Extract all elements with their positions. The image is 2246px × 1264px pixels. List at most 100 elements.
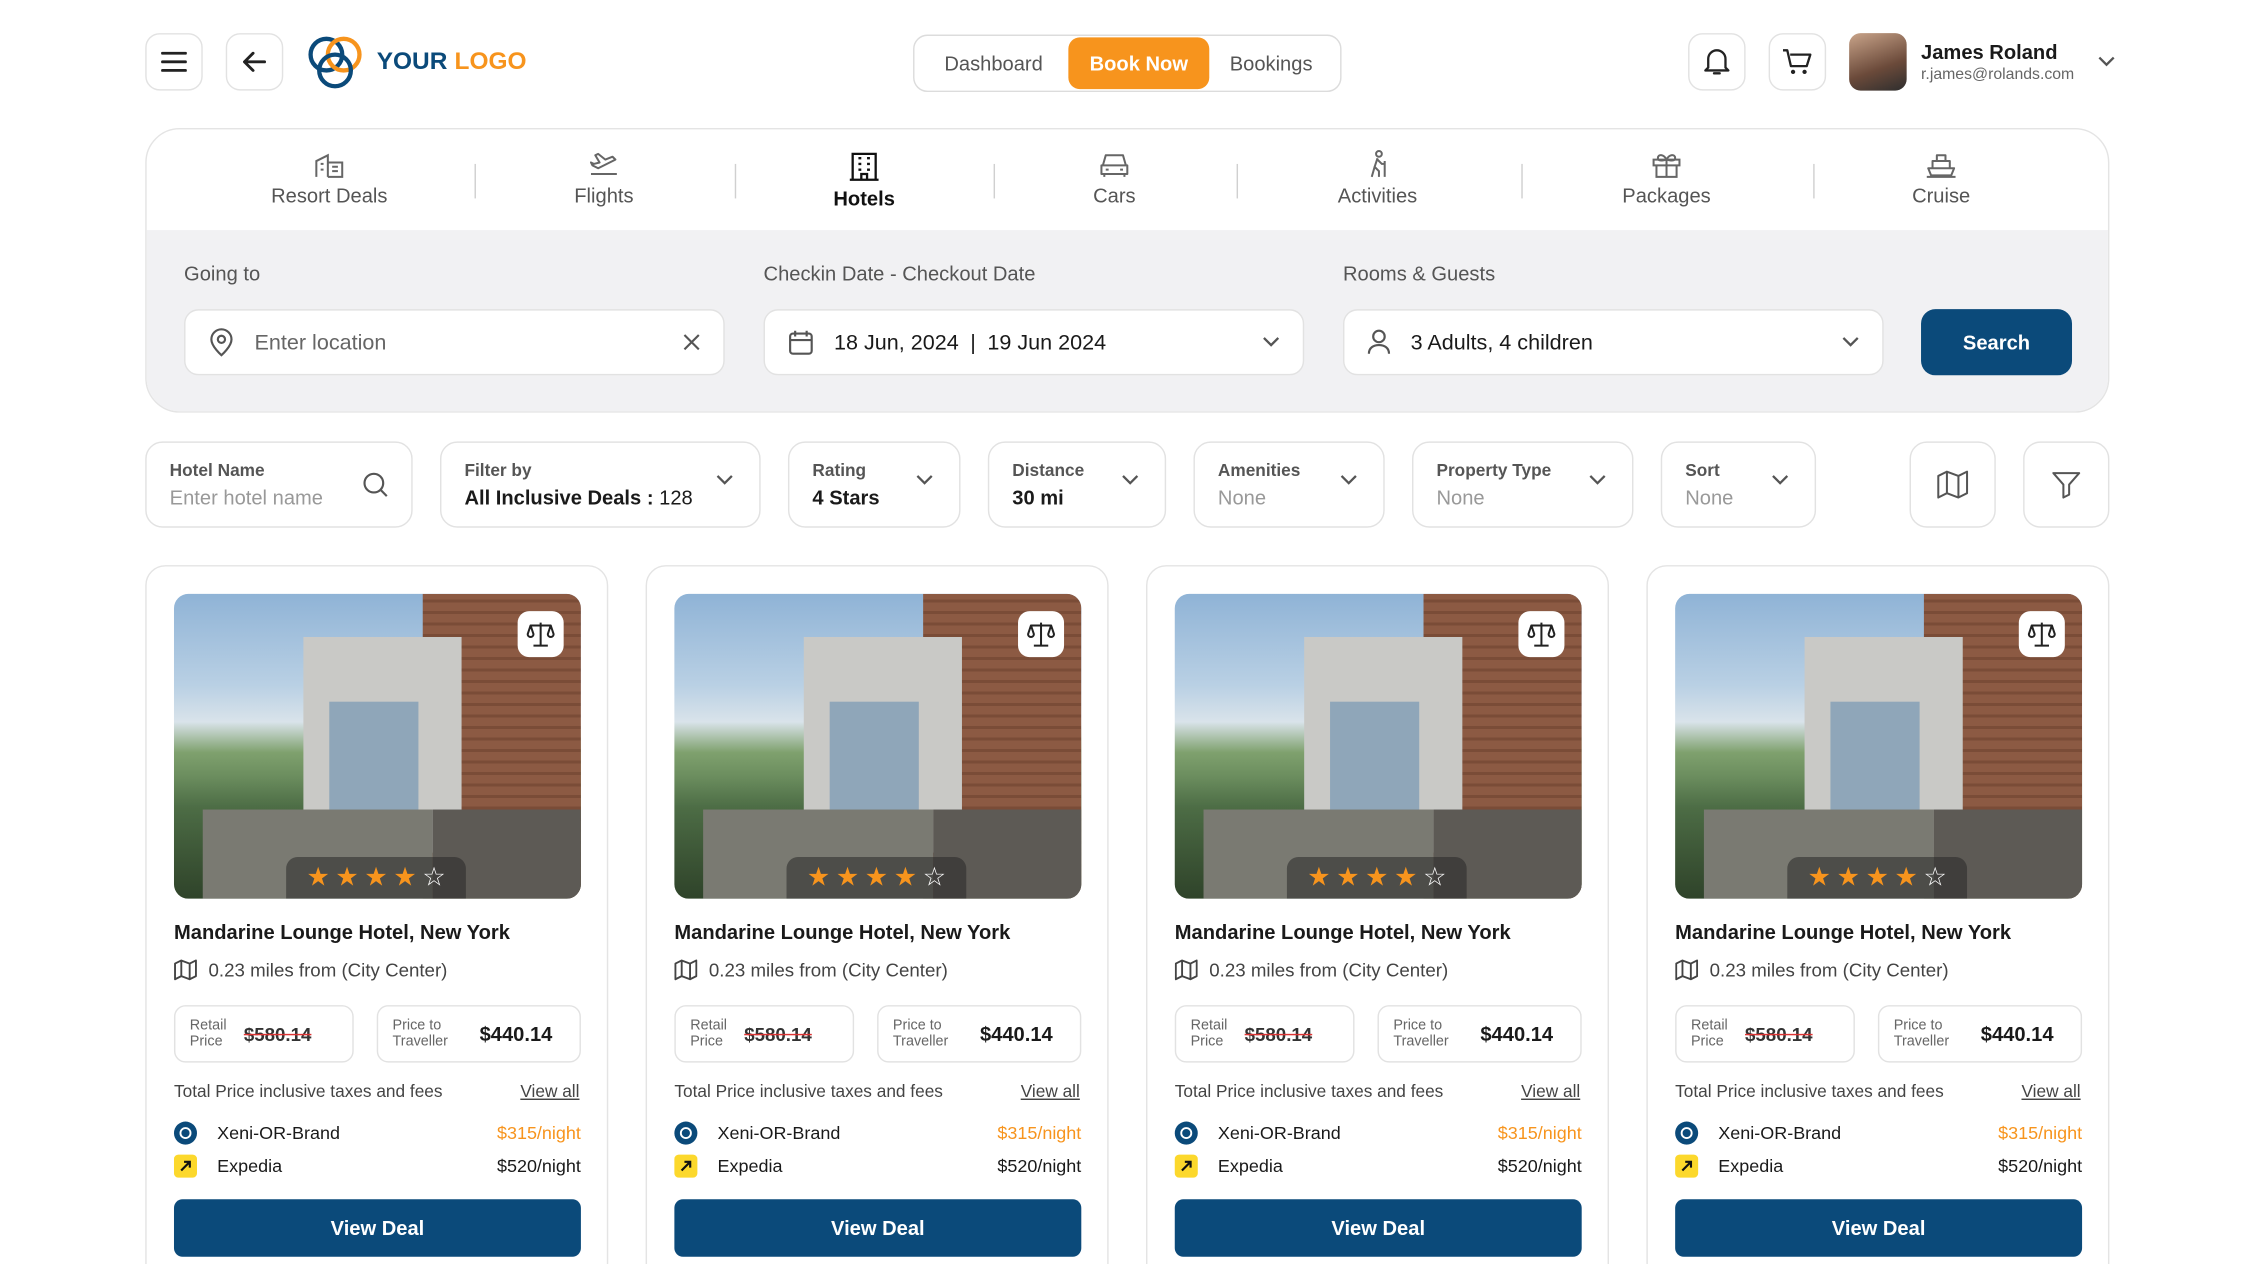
retail-price: $580.14 bbox=[1745, 1023, 1813, 1045]
date-range-field[interactable]: 18 Jun, 2024 | 19 Jun 2024 bbox=[763, 309, 1305, 376]
guests-field[interactable]: 3 Adults, 4 children bbox=[1342, 309, 1884, 376]
traveller-price-box: Price to Traveller $440.14 bbox=[1877, 1005, 2083, 1063]
distance-text: 0.23 miles from (City Center) bbox=[708, 959, 948, 981]
retail-label: Price bbox=[690, 1033, 723, 1050]
star-filled-icon: ★ bbox=[1394, 862, 1418, 892]
hotel-distance: 0.23 miles from (City Center) bbox=[1174, 959, 1448, 981]
scale-icon bbox=[526, 622, 555, 647]
nav-book-now[interactable]: Book Now bbox=[1068, 37, 1210, 90]
search-button[interactable]: Search bbox=[1921, 309, 2073, 376]
compare-button[interactable] bbox=[517, 611, 564, 658]
retail-price-box: Retail Price $580.14 bbox=[1675, 1005, 1855, 1063]
menu-button[interactable] bbox=[145, 33, 203, 91]
tab-resort-deals[interactable]: Resort Deals bbox=[229, 150, 430, 207]
search-icon bbox=[363, 472, 388, 497]
tab-flights[interactable]: Flights bbox=[503, 150, 704, 208]
logo-word-1: YOUR bbox=[376, 47, 448, 75]
filter-button[interactable] bbox=[2023, 441, 2110, 528]
star-filled-icon: ★ bbox=[393, 862, 417, 892]
location-field[interactable]: Enter location bbox=[184, 309, 725, 376]
hotel-name-input[interactable]: Enter hotel name bbox=[170, 486, 389, 509]
user-name: James Roland bbox=[1921, 40, 2058, 64]
chevron-down-icon bbox=[1772, 475, 1789, 485]
traveller-label: Traveller bbox=[892, 1033, 949, 1050]
notifications-button[interactable] bbox=[1688, 33, 1746, 91]
distance-value: 30 mi bbox=[1012, 486, 1064, 510]
provider-price: $520/night bbox=[1497, 1156, 1582, 1177]
provider-price: $315/night bbox=[997, 1122, 1082, 1144]
provider-row: Expedia $520/night bbox=[674, 1154, 1081, 1178]
back-button[interactable] bbox=[225, 33, 284, 91]
compare-button[interactable] bbox=[1018, 611, 1065, 658]
traveller-label: Price to bbox=[392, 1018, 442, 1034]
nav-bookings[interactable]: Bookings bbox=[1209, 37, 1333, 89]
sort-dropdown[interactable]: Sort None bbox=[1660, 441, 1817, 528]
user-icon bbox=[1367, 329, 1391, 354]
rating-dropdown[interactable]: Rating 4 Stars bbox=[787, 441, 961, 528]
brand-logo-icon bbox=[1675, 1121, 1699, 1145]
amenities-dropdown[interactable]: Amenities None bbox=[1193, 441, 1385, 528]
tab-hotels[interactable]: Hotels bbox=[764, 150, 965, 210]
view-deal-button[interactable]: View Deal bbox=[173, 1199, 581, 1257]
total-price-note: Total Price inclusive taxes and fees bbox=[173, 1081, 443, 1102]
logo[interactable]: YOUR LOGO bbox=[305, 32, 527, 92]
view-all-link[interactable]: View all bbox=[1521, 1081, 1580, 1101]
star-empty-icon: ☆ bbox=[1423, 862, 1447, 892]
tab-cruise[interactable]: Cruise bbox=[1841, 150, 2042, 208]
provider-name: Xeni-OR-Brand bbox=[217, 1122, 340, 1144]
compare-button[interactable] bbox=[1518, 611, 1565, 658]
hamburger-icon bbox=[161, 51, 187, 72]
hotel-title[interactable]: Mandarine Lounge Hotel, New York bbox=[1675, 920, 2011, 943]
view-deal-button[interactable]: View Deal bbox=[674, 1199, 1082, 1257]
view-deal-button[interactable]: View Deal bbox=[1174, 1199, 1582, 1257]
star-filled-icon: ★ bbox=[1865, 862, 1889, 892]
expedia-logo-icon bbox=[173, 1154, 197, 1178]
distance-dropdown[interactable]: Distance 30 mi bbox=[987, 441, 1167, 528]
star-rating: ★ ★ ★ ★ ☆ bbox=[286, 856, 466, 899]
map-view-button[interactable] bbox=[1909, 441, 1996, 528]
tab-label: Flights bbox=[574, 184, 634, 208]
star-empty-icon: ☆ bbox=[922, 862, 946, 892]
view-deal-button[interactable]: View Deal bbox=[1675, 1199, 2083, 1257]
hotel-title[interactable]: Mandarine Lounge Hotel, New York bbox=[174, 920, 510, 943]
tab-cars[interactable]: Cars bbox=[1014, 150, 1215, 207]
star-filled-icon: ★ bbox=[1894, 862, 1918, 892]
avatar bbox=[1849, 33, 1907, 91]
close-icon[interactable] bbox=[683, 334, 700, 351]
user-menu[interactable]: James Roland r.james@rolands.com bbox=[1849, 33, 2114, 91]
star-filled-icon: ★ bbox=[864, 862, 888, 892]
location-input[interactable]: Enter location bbox=[255, 330, 683, 354]
scale-icon bbox=[2027, 622, 2056, 647]
traveller-price: $440.14 bbox=[479, 1022, 553, 1046]
compare-button[interactable] bbox=[2018, 611, 2065, 658]
tab-label: Cruise bbox=[1912, 184, 1971, 208]
chevron-down-icon bbox=[1263, 337, 1280, 347]
traveller-label: Price to bbox=[892, 1018, 942, 1034]
star-rating: ★ ★ ★ ★ ☆ bbox=[1787, 856, 1968, 899]
dates-label: Checkin Date - Checkout Date bbox=[763, 261, 1036, 285]
property-type-dropdown[interactable]: Property Type None bbox=[1412, 441, 1634, 528]
hotel-title[interactable]: Mandarine Lounge Hotel, New York bbox=[674, 920, 1010, 943]
view-all-link[interactable]: View all bbox=[1021, 1081, 1080, 1101]
distance-text: 0.23 miles from (City Center) bbox=[208, 959, 448, 981]
star-empty-icon: ☆ bbox=[1923, 862, 1947, 892]
hotel-name-filter[interactable]: Hotel Name Enter hotel name bbox=[145, 441, 413, 528]
logo-mark-icon bbox=[308, 36, 362, 89]
cart-button[interactable] bbox=[1768, 33, 1827, 91]
hotel-photo[interactable]: ★ ★ ★ ★ ☆ bbox=[1675, 593, 2083, 899]
plane-icon bbox=[589, 152, 617, 175]
hotel-photo[interactable]: ★ ★ ★ ★ ☆ bbox=[674, 593, 1082, 899]
traveller-price: $440.14 bbox=[979, 1022, 1053, 1046]
provider-row: Xeni-OR-Brand $315/night bbox=[173, 1121, 581, 1145]
filter-by-dropdown[interactable]: Filter by All Inclusive Deals : 128 bbox=[439, 441, 761, 528]
hotel-title[interactable]: Mandarine Lounge Hotel, New York bbox=[1175, 920, 1511, 943]
hotel-photo[interactable]: ★ ★ ★ ★ ☆ bbox=[1174, 593, 1582, 899]
tab-activities[interactable]: Activities bbox=[1277, 149, 1478, 207]
hotel-photo[interactable]: ★ ★ ★ ★ ☆ bbox=[173, 593, 581, 899]
view-all-link[interactable]: View all bbox=[2021, 1081, 2080, 1101]
nav-dashboard[interactable]: Dashboard bbox=[919, 37, 1069, 89]
tab-label: Hotels bbox=[833, 186, 895, 210]
view-all-link[interactable]: View all bbox=[520, 1081, 579, 1101]
tab-packages[interactable]: Packages bbox=[1566, 150, 1767, 207]
star-filled-icon: ★ bbox=[335, 862, 359, 892]
